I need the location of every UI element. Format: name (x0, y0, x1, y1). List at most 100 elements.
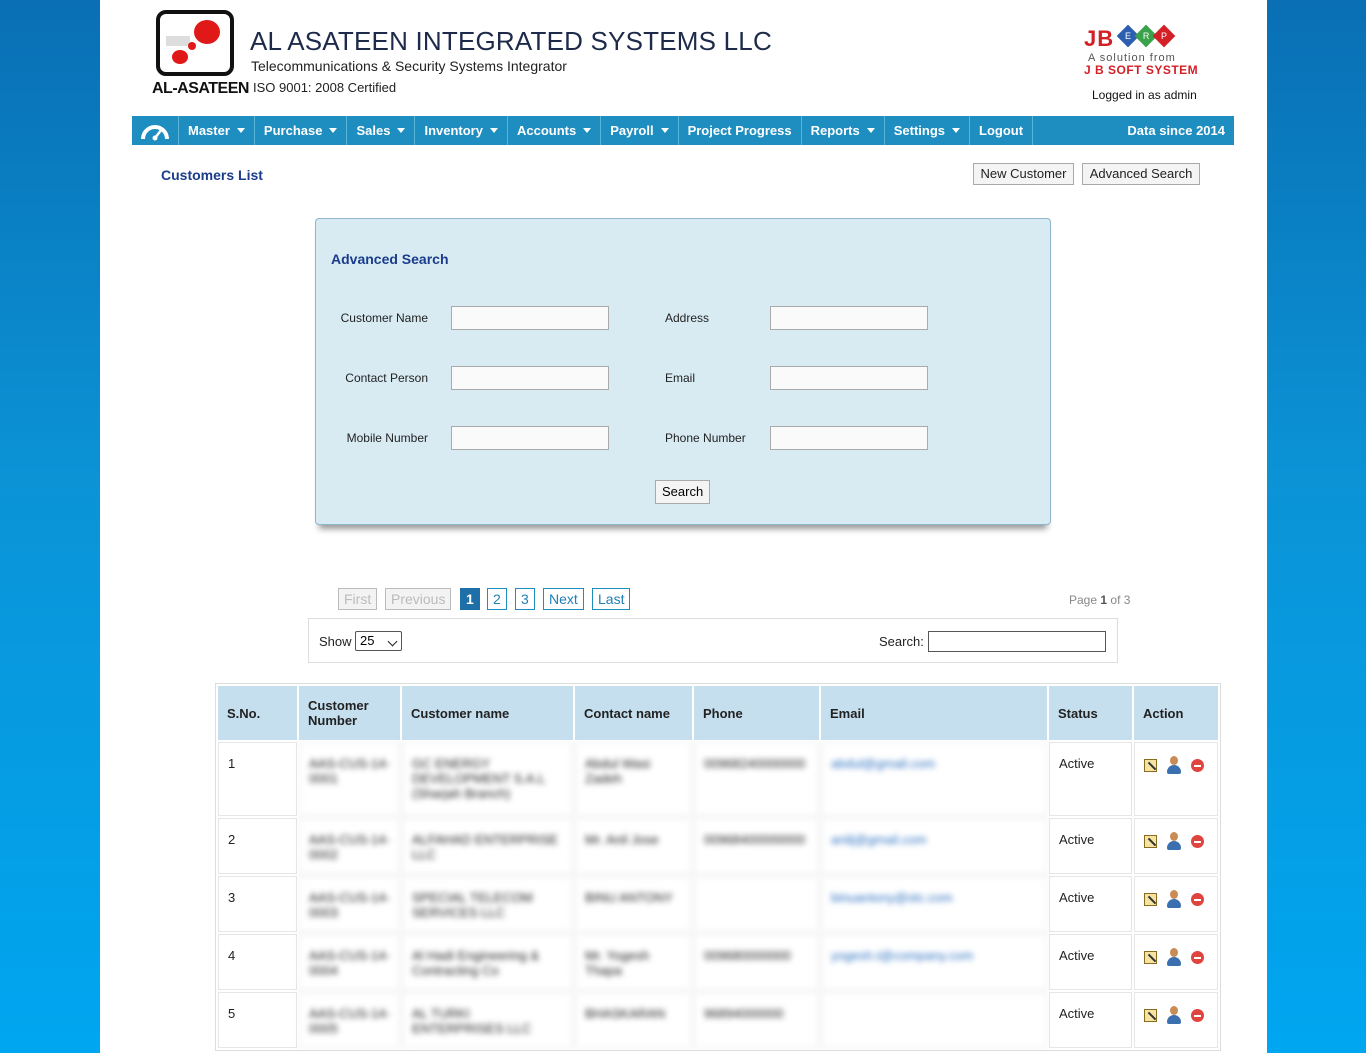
table-row: 1 AAS-CUS-14-0001 GC ENERGY DEVELOPMENT … (218, 742, 1218, 816)
erp-logo-icon: ERP (1116, 24, 1176, 48)
user-icon[interactable] (1165, 756, 1183, 774)
customer-name-label: Customer Name (340, 311, 428, 325)
chevron-down-icon (583, 128, 592, 133)
cell-phone: 00968400000000 (694, 818, 819, 874)
nav-inventory[interactable]: Inventory (415, 116, 508, 145)
cell-email[interactable]: abdul@gmail.com (821, 742, 1047, 816)
cell-contact-name: Mr. Anil Jose (575, 818, 692, 874)
cell-phone: 009680000000 (694, 934, 819, 990)
delete-icon[interactable] (1191, 1008, 1204, 1022)
page-indicator: Page 1 of 3 (1069, 593, 1131, 607)
user-icon[interactable] (1165, 1006, 1183, 1024)
cell-email[interactable]: anilj@gmail.com (821, 818, 1047, 874)
contact-person-label: Contact Person (345, 371, 428, 385)
pager-page-1[interactable]: 1 (460, 588, 480, 610)
pager-first[interactable]: First (338, 588, 378, 610)
advanced-search-button[interactable]: Advanced Search (1082, 163, 1200, 185)
nav-purchase[interactable]: Purchase (255, 116, 348, 145)
company-tagline: Telecommunications & Security Systems In… (251, 58, 567, 74)
cell-sno: 4 (218, 934, 297, 990)
nav-master[interactable]: Master (179, 116, 255, 145)
nav-settings[interactable]: Settings (885, 116, 971, 145)
jb-logo: JB (1084, 26, 1115, 51)
cell-customer-name: SPECIAL TELECOM SERVICES LLC (402, 876, 573, 932)
advanced-search-title: Advanced Search (331, 251, 449, 267)
nav-sales[interactable]: Sales (347, 116, 416, 145)
contact-person-input[interactable] (451, 366, 609, 390)
cell-sno: 5 (218, 992, 297, 1048)
dashboard-icon (141, 124, 169, 140)
nav-logout[interactable]: Logout (970, 116, 1034, 145)
table-header-row: S.No. Customer Number Customer name Cont… (218, 686, 1218, 740)
mobile-number-label: Mobile Number (346, 431, 428, 445)
table-search-input[interactable] (928, 631, 1106, 652)
user-icon[interactable] (1165, 832, 1183, 850)
col-contact-name[interactable]: Contact name (575, 686, 692, 740)
cell-contact-name: BHASKARAN (575, 992, 692, 1048)
nav-accounts[interactable]: Accounts (508, 116, 602, 145)
cell-status: Active (1049, 876, 1132, 932)
edit-icon[interactable] (1144, 892, 1157, 906)
delete-icon[interactable] (1191, 892, 1204, 906)
mobile-number-input[interactable] (451, 426, 609, 450)
cell-customer-number: AAS-CUS-14-0002 (299, 818, 400, 874)
page-container: AL-ASATEEN AL ASATEEN INTEGRATED SYSTEMS… (100, 0, 1267, 1053)
phone-number-input[interactable] (770, 426, 928, 450)
chevron-down-icon (660, 128, 669, 133)
cell-sno: 2 (218, 818, 297, 874)
cell-status: Active (1049, 934, 1132, 990)
nav-project-progress[interactable]: Project Progress (679, 116, 802, 145)
cell-email[interactable]: binuantony@stc.com (821, 876, 1047, 932)
nav-home[interactable] (132, 116, 179, 145)
jb-soft-system: J B SOFT SYSTEM (1084, 63, 1199, 77)
cell-contact-name: Abdul Wasi Zadeh (575, 742, 692, 816)
cell-email[interactable] (821, 992, 1047, 1048)
company-name: AL ASATEEN INTEGRATED SYSTEMS LLC (250, 26, 772, 56)
nav-reports[interactable]: Reports (802, 116, 885, 145)
email-label: Email (665, 371, 696, 385)
delete-icon[interactable] (1191, 758, 1204, 772)
email-input[interactable] (770, 366, 928, 390)
chevron-down-icon (489, 128, 498, 133)
cell-actions (1134, 818, 1218, 874)
user-icon[interactable] (1165, 948, 1183, 966)
cell-email[interactable]: yogesh.t@company.com (821, 934, 1047, 990)
pager-previous[interactable]: Previous (385, 588, 452, 610)
user-icon[interactable] (1165, 890, 1183, 908)
cell-customer-number: AAS-CUS-14-0001 (299, 742, 400, 816)
pager-page-2[interactable]: 2 (487, 588, 507, 610)
col-sno[interactable]: S.No. (218, 686, 297, 740)
edit-icon[interactable] (1144, 1008, 1157, 1022)
cell-status: Active (1049, 742, 1132, 816)
address-input[interactable] (770, 306, 928, 330)
chevron-down-icon (866, 128, 875, 133)
logged-in-status: Logged in as admin (1092, 88, 1197, 102)
edit-icon[interactable] (1144, 950, 1157, 964)
company-logo (156, 10, 234, 76)
search-button[interactable]: Search (655, 480, 711, 504)
edit-icon[interactable] (1144, 834, 1157, 848)
cell-contact-name: BINU ANTONY (575, 876, 692, 932)
edit-icon[interactable] (1144, 758, 1157, 772)
col-customer-number[interactable]: Customer Number (299, 686, 400, 740)
pager-last[interactable]: Last (592, 588, 631, 610)
col-customer-name[interactable]: Customer name (402, 686, 573, 740)
chevron-down-icon (387, 636, 398, 647)
cell-actions (1134, 934, 1218, 990)
page-size-select[interactable]: 25 (355, 631, 402, 651)
nav-payroll[interactable]: Payroll (601, 116, 679, 145)
pager-page-3[interactable]: 3 (515, 588, 535, 610)
cell-customer-name: Al Hadi Engineering & Contracting Co (402, 934, 573, 990)
col-email[interactable]: Email (821, 686, 1047, 740)
delete-icon[interactable] (1191, 834, 1204, 848)
col-phone[interactable]: Phone (694, 686, 819, 740)
col-status[interactable]: Status (1049, 686, 1132, 740)
cell-status: Active (1049, 992, 1132, 1048)
cell-status: Active (1049, 818, 1132, 874)
cell-customer-number: AAS-CUS-14-0004 (299, 934, 400, 990)
new-customer-button[interactable]: New Customer (973, 163, 1074, 185)
pager-next[interactable]: Next (543, 588, 584, 610)
main-nav: Master Purchase Sales Inventory Accounts… (132, 116, 1234, 145)
customer-name-input[interactable] (451, 306, 609, 330)
delete-icon[interactable] (1191, 950, 1204, 964)
